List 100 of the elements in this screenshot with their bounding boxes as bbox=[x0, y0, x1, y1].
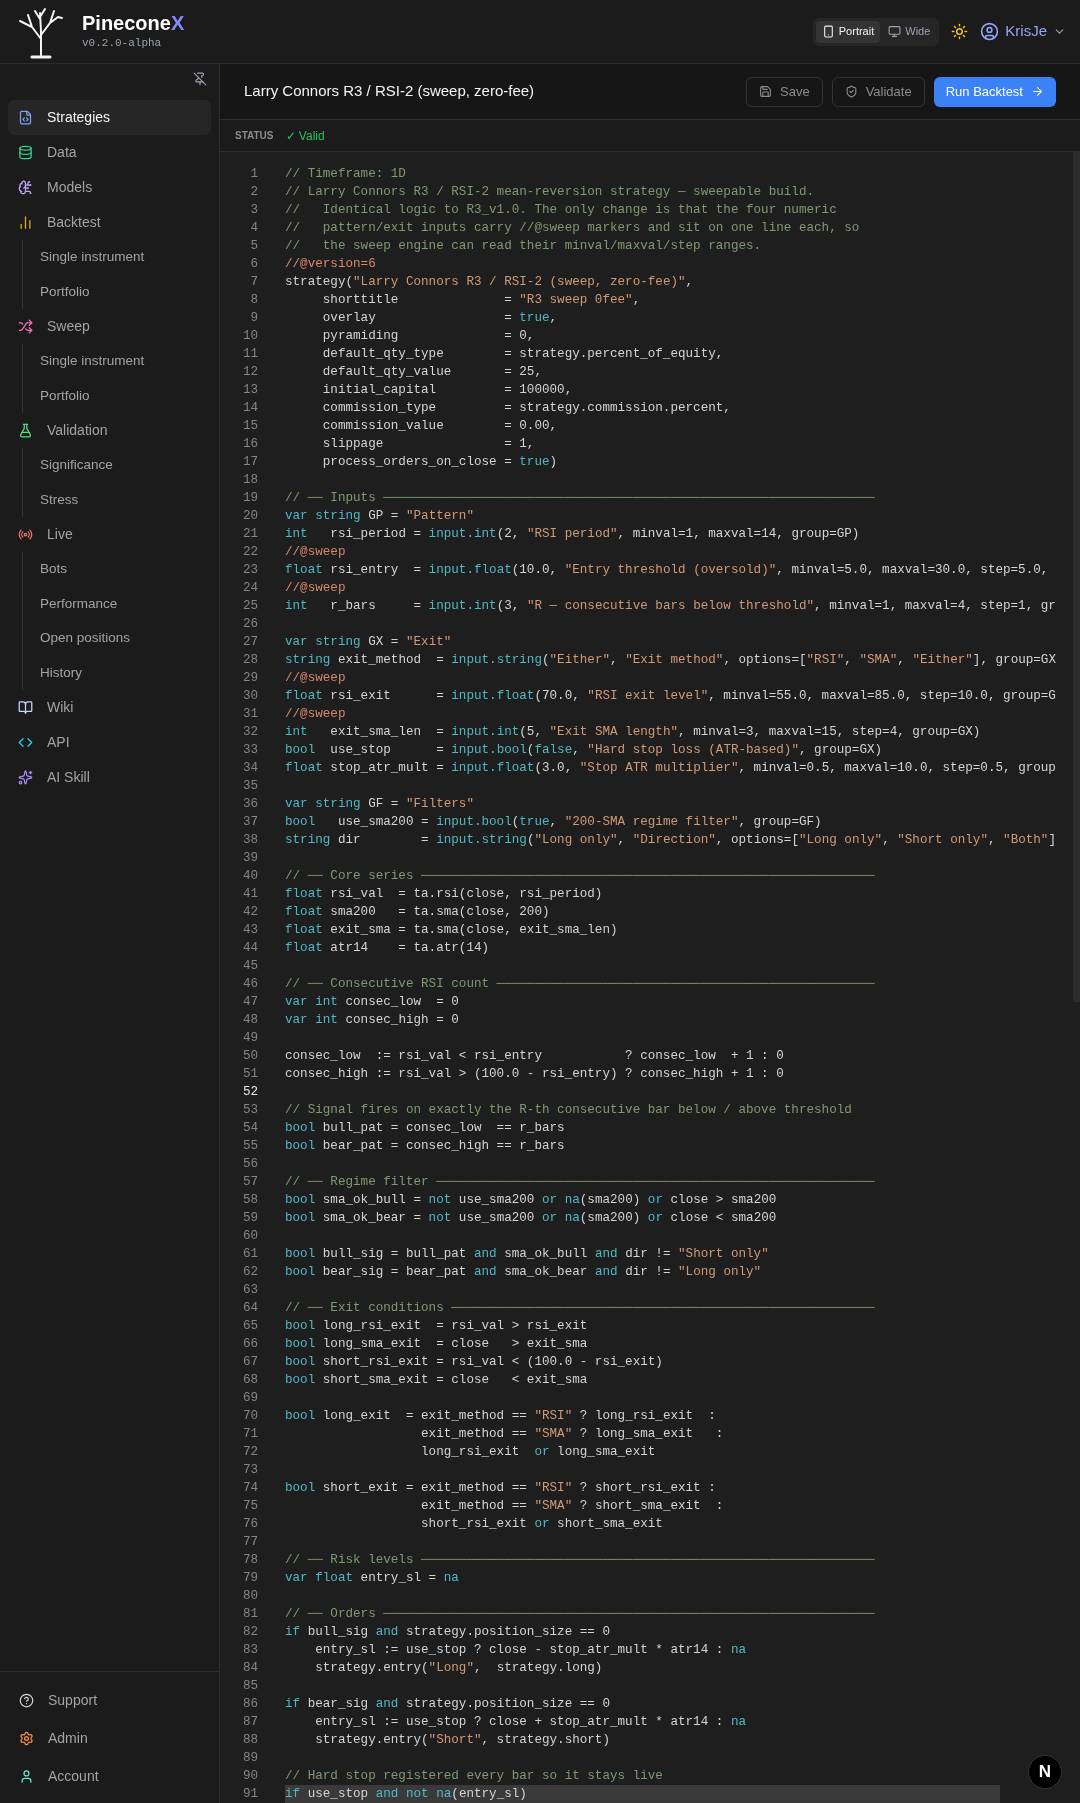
line-number: 14 bbox=[241, 400, 258, 417]
line-number: 59 bbox=[241, 1210, 258, 1227]
line-number: 66 bbox=[241, 1336, 258, 1353]
line-number: 31 bbox=[241, 706, 258, 723]
line-number: 75 bbox=[241, 1498, 258, 1515]
code-line: if bear_sig and strategy.position_size == 0 bbox=[285, 1696, 610, 1713]
code-line: // Larry Connors R3 / RSI-2 mean-reversion strategy — sweepable build. bbox=[285, 184, 815, 201]
line-number: 16 bbox=[241, 436, 258, 453]
line-number: 80 bbox=[241, 1588, 258, 1605]
nav-subitem[interactable]: Single instrument bbox=[24, 240, 211, 275]
database-icon bbox=[18, 145, 33, 160]
layout-option[interactable]: Wide bbox=[882, 20, 937, 43]
line-number: 42 bbox=[241, 904, 258, 921]
code-line: // ── Core series ──────────────────────────────────────────────────────────── bbox=[285, 868, 875, 885]
nav-item[interactable]: Backtest bbox=[8, 205, 211, 240]
line-number: 43 bbox=[241, 922, 258, 939]
code-line: bool short_sma_exit = close < exit_sma bbox=[285, 1372, 588, 1389]
line-number: 4 bbox=[249, 220, 258, 237]
line-number: 3 bbox=[249, 202, 258, 219]
code-line: exit_method == "SMA" ? short_sma_exit : bbox=[420, 1498, 724, 1515]
line-number: 50 bbox=[241, 1048, 258, 1065]
code-line: bool long_rsi_exit = rsi_val > rsi_exit bbox=[285, 1318, 588, 1335]
line-number: 53 bbox=[241, 1102, 258, 1119]
nav-item[interactable]: AI Skill bbox=[8, 760, 211, 795]
code-line: //@sweep bbox=[285, 706, 346, 723]
code-line: // Hard stop registered every bar so it stays live bbox=[285, 1768, 663, 1785]
nav-item[interactable]: Validation bbox=[8, 413, 211, 448]
line-number: 29 bbox=[241, 670, 258, 687]
save-button[interactable]: Save bbox=[746, 76, 823, 107]
line-number: 21 bbox=[241, 526, 258, 543]
nav-subitem[interactable]: Bots bbox=[24, 552, 211, 587]
nav-subitem[interactable]: Portfolio bbox=[24, 378, 211, 413]
code-line: var string GX = "Exit" bbox=[285, 634, 452, 651]
code-line: exit_method == "SMA" ? long_sma_exit : bbox=[420, 1426, 724, 1443]
code-line: bool short_exit = exit_method == "RSI" ? short_rsi_exit : bbox=[285, 1480, 716, 1497]
line-number: 45 bbox=[241, 958, 258, 975]
line-number: 87 bbox=[241, 1714, 258, 1731]
nav-item[interactable]: Sweep bbox=[8, 309, 211, 344]
code-line: bool bull_sig = bull_pat and sma_ok_bull and dir != "Short only" bbox=[285, 1246, 769, 1263]
nav-item[interactable]: Account bbox=[8, 1757, 211, 1795]
code-line: var string GF = "Filters" bbox=[285, 796, 474, 813]
code-line: bool sma_ok_bull = not use_sma200 or na(sma200) or close > sma200 bbox=[285, 1192, 777, 1209]
unpin-icon[interactable] bbox=[193, 72, 207, 86]
code-line: int r_bars = input.int(3, "R — consecutive bars below threshold", minval=1, maxval=4, step=1, gr bbox=[285, 598, 1056, 615]
nav-subitem[interactable]: Significance bbox=[24, 448, 211, 483]
nav-item[interactable]: Models bbox=[8, 170, 211, 205]
nav-item[interactable]: Wiki bbox=[8, 690, 211, 725]
bar-chart-icon bbox=[18, 215, 33, 230]
phone-icon bbox=[821, 25, 835, 38]
line-number: 2 bbox=[249, 184, 258, 201]
nav-item[interactable]: API bbox=[8, 725, 211, 760]
line-number: 47 bbox=[241, 994, 258, 1011]
nav-item[interactable]: Strategies bbox=[8, 100, 211, 135]
line-number: 49 bbox=[241, 1030, 258, 1047]
nav-item[interactable]: Support bbox=[8, 1681, 211, 1719]
user-menu[interactable]: KrisJe bbox=[980, 20, 1066, 43]
line-number: 17 bbox=[241, 454, 258, 471]
sun-icon[interactable] bbox=[951, 23, 969, 40]
line-number: 90 bbox=[241, 1768, 258, 1785]
strategy-title: Larry Connors R3 / RSI-2 (sweep, zero-fee) bbox=[244, 81, 535, 102]
nav-subitem[interactable]: Open positions bbox=[24, 621, 211, 656]
code-line: strategy("Larry Connors R3 / RSI-2 (sweep, zero-fee)", bbox=[285, 274, 694, 291]
code-line: slippage = 1, bbox=[321, 436, 535, 453]
nav-subitem[interactable]: History bbox=[24, 655, 211, 690]
code-line: long_rsi_exit or long_sma_exit bbox=[420, 1444, 656, 1461]
code-line: string exit_method = input.string("Either", "Exit method", options=["RSI", "SMA", "Either"], group=GX bbox=[285, 652, 1056, 669]
code-line: entry_sl := use_stop ? close - stop_atr_mult * atr14 : na bbox=[314, 1642, 747, 1659]
code-line: commission_value = 0.00, bbox=[321, 418, 558, 435]
nav-item[interactable]: Admin bbox=[8, 1719, 211, 1757]
line-number: 58 bbox=[241, 1192, 258, 1209]
nav-item[interactable]: Data bbox=[8, 135, 211, 170]
nav-subitem[interactable]: Portfolio bbox=[24, 274, 211, 309]
code-line: float atr14 = ta.atr(14) bbox=[285, 940, 490, 957]
run-backtest-button[interactable]: Run Backtest bbox=[933, 76, 1056, 107]
sparkles-icon bbox=[18, 770, 33, 785]
code-line: // ── Exit conditions ──────────────────────────────────────────────────────── bbox=[285, 1300, 875, 1317]
line-number: 82 bbox=[241, 1624, 258, 1641]
line-number: 54 bbox=[241, 1120, 258, 1137]
book-icon bbox=[18, 700, 33, 715]
code-line: float rsi_entry = input.float(10.0, "Entry threshold (oversold)", minval=5.0, maxval=30.0, step=5.0, bbox=[285, 562, 1049, 579]
shield-icon bbox=[844, 85, 858, 98]
code-line: var int consec_low = 0 bbox=[285, 994, 459, 1011]
status-label: STATUS bbox=[235, 129, 274, 143]
nav-subitem[interactable]: Single instrument bbox=[24, 344, 211, 379]
nav-item[interactable]: Live bbox=[8, 517, 211, 552]
line-number: 76 bbox=[241, 1516, 258, 1533]
line-number: 62 bbox=[241, 1264, 258, 1281]
line-number: 18 bbox=[241, 472, 258, 489]
code-line: float sma200 = ta.sma(close, 200) bbox=[285, 904, 550, 921]
nav-subitem[interactable]: Performance bbox=[24, 586, 211, 621]
dev-tools-button[interactable]: N bbox=[1028, 1755, 1062, 1789]
code-line: // ── Inputs ───────────────────────────────────────────────────────────────── bbox=[285, 490, 875, 507]
nav-subitem[interactable]: Stress bbox=[24, 482, 211, 517]
code-line: bool use_sma200 = input.bool(true, "200-SMA regime filter", group=GF) bbox=[285, 814, 822, 831]
code-line: int exit_sma_len = input.int(5, "Exit SMA length", minval=3, maxval=15, step=4, group=GX) bbox=[285, 724, 981, 741]
layout-option[interactable]: Portrait bbox=[815, 20, 881, 43]
code-line: default_qty_value = 25, bbox=[321, 364, 542, 381]
validate-button[interactable]: Validate bbox=[831, 76, 925, 107]
code-line: consec_high := rsi_val > (100.0 - rsi_entry) ? consec_high + 1 : 0 bbox=[285, 1066, 784, 1083]
code-line: float exit_sma = ta.sma(close, exit_sma_len) bbox=[285, 922, 618, 939]
